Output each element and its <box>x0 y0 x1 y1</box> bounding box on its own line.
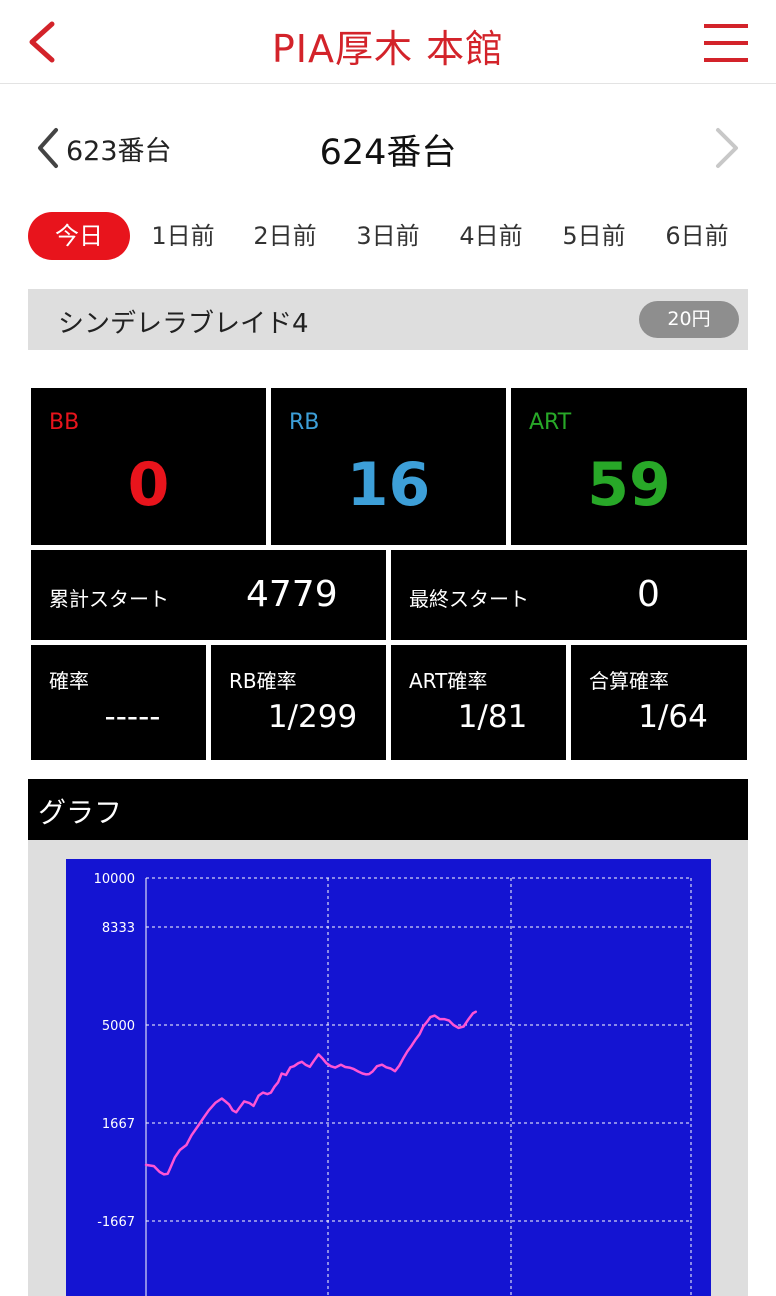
combined-probability-label: 合算確率 <box>589 669 669 693</box>
bb-label: BB <box>49 410 80 435</box>
app-header: PIA厚木 本館 <box>0 0 776 84</box>
last-start-cell: 最終スタート 0 <box>391 550 747 640</box>
rb-counter: RB 16 <box>271 388 506 545</box>
tab-2-days-ago[interactable]: 2日前 <box>250 212 320 260</box>
graph-title: グラフ <box>38 796 123 829</box>
art-label: ART <box>529 410 572 435</box>
chevron-right-icon[interactable] <box>708 126 748 170</box>
model-name: シンデレラブレイド4 <box>58 309 309 339</box>
rb-label: RB <box>289 410 320 435</box>
current-machine-label: 624番台 <box>319 133 457 173</box>
tab-5-days-ago[interactable]: 5日前 <box>559 212 629 260</box>
art-value: 59 <box>587 450 671 520</box>
y-tick-label: 5000 <box>102 1019 135 1034</box>
tab-3-days-ago[interactable]: 3日前 <box>353 212 423 260</box>
tab-today[interactable]: 今日 <box>28 212 130 260</box>
combined-probability-cell: 合算確率 1/64 <box>571 645 747 760</box>
probability-label: 確率 <box>49 669 89 693</box>
rb-probability-value: 1/299 <box>267 699 358 735</box>
y-tick-label: 8333 <box>102 921 135 936</box>
rb-probability-cell: RB確率 1/299 <box>211 645 386 760</box>
chart-background <box>66 859 711 1296</box>
machine-navigation: 623番台 624番台 <box>0 112 776 184</box>
total-start-cell: 累計スタート 4779 <box>31 550 386 640</box>
probability-cell: 確率 ----- <box>31 645 206 760</box>
hamburger-menu-icon[interactable] <box>700 20 752 66</box>
day-tabs: 今日 1日前 2日前 3日前 4日前 5日前 6日前 <box>28 212 748 262</box>
rate-badge: 20円 <box>639 301 739 338</box>
total-start-value: 4779 <box>246 574 338 615</box>
y-tick-label: -1667 <box>97 1215 135 1230</box>
art-probability-value: 1/81 <box>457 699 528 735</box>
tab-4-days-ago[interactable]: 4日前 <box>456 212 526 260</box>
rb-value: 16 <box>346 450 431 520</box>
model-bar: シンデレラブレイド4 20円 <box>28 289 748 350</box>
bb-value: 0 <box>127 450 170 520</box>
tab-6-days-ago[interactable]: 6日前 <box>662 212 732 260</box>
page-title: PIA厚木 本館 <box>271 27 505 71</box>
stats-grid: BB 0 RB 16 ART 59 累計スタート 4779 最終スタート 0 確… <box>28 384 748 764</box>
rb-probability-label: RB確率 <box>229 669 297 693</box>
art-probability-label: ART確率 <box>409 669 488 693</box>
y-tick-label: 1667 <box>102 1117 135 1132</box>
tab-1-day-ago[interactable]: 1日前 <box>148 212 218 260</box>
slump-chart: 10000 8333 5000 1667 -1667 <box>66 859 711 1296</box>
total-start-label: 累計スタート <box>49 587 169 611</box>
art-probability-cell: ART確率 1/81 <box>391 645 566 760</box>
graph-header: グラフ <box>28 779 748 840</box>
combined-probability-value: 1/64 <box>638 699 708 735</box>
last-start-value: 0 <box>637 574 660 615</box>
art-counter: ART 59 <box>511 388 747 545</box>
graph-area: 10000 8333 5000 1667 -1667 <box>28 840 748 1296</box>
bb-counter: BB 0 <box>31 388 266 545</box>
last-start-label: 最終スタート <box>409 587 529 611</box>
probability-value: ----- <box>104 699 161 735</box>
y-tick-label: 10000 <box>94 872 135 887</box>
